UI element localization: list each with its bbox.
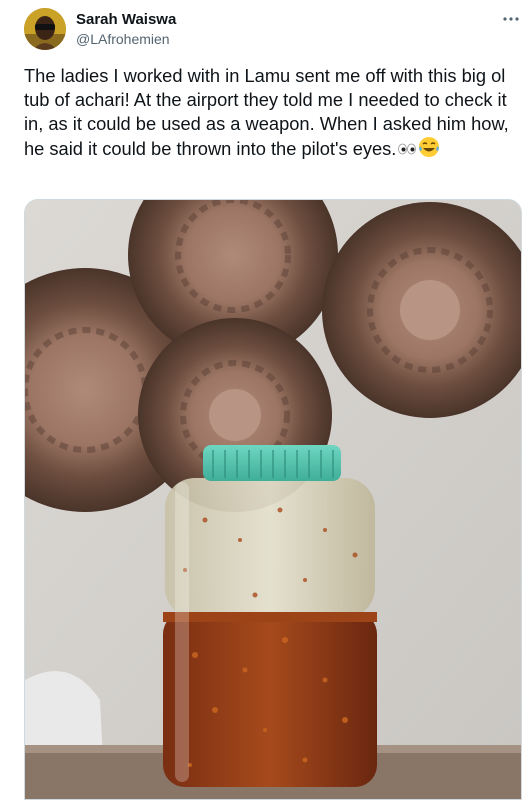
eyes-emoji-icon	[397, 138, 417, 162]
user-avatar-icon	[24, 8, 66, 50]
tweet-header: Sarah Waiswa @LAfrohemien	[24, 8, 524, 52]
tears-of-joy-emoji-icon	[418, 136, 440, 164]
more-horizontal-icon	[503, 17, 519, 21]
tweet-photo[interactable]	[24, 199, 522, 800]
user-block[interactable]: Sarah Waiswa @LAfrohemien	[76, 11, 176, 48]
user-handle[interactable]: @LAfrohemien	[76, 30, 176, 48]
jar-of-achari-photo-icon	[25, 200, 521, 799]
more-button[interactable]	[500, 10, 522, 28]
tweet: Sarah Waiswa @LAfrohemien The ladies I w…	[0, 0, 530, 800]
display-name[interactable]: Sarah Waiswa	[76, 11, 176, 29]
tweet-text: The ladies I worked with in Lamu sent me…	[24, 64, 520, 164]
avatar[interactable]	[24, 8, 66, 50]
